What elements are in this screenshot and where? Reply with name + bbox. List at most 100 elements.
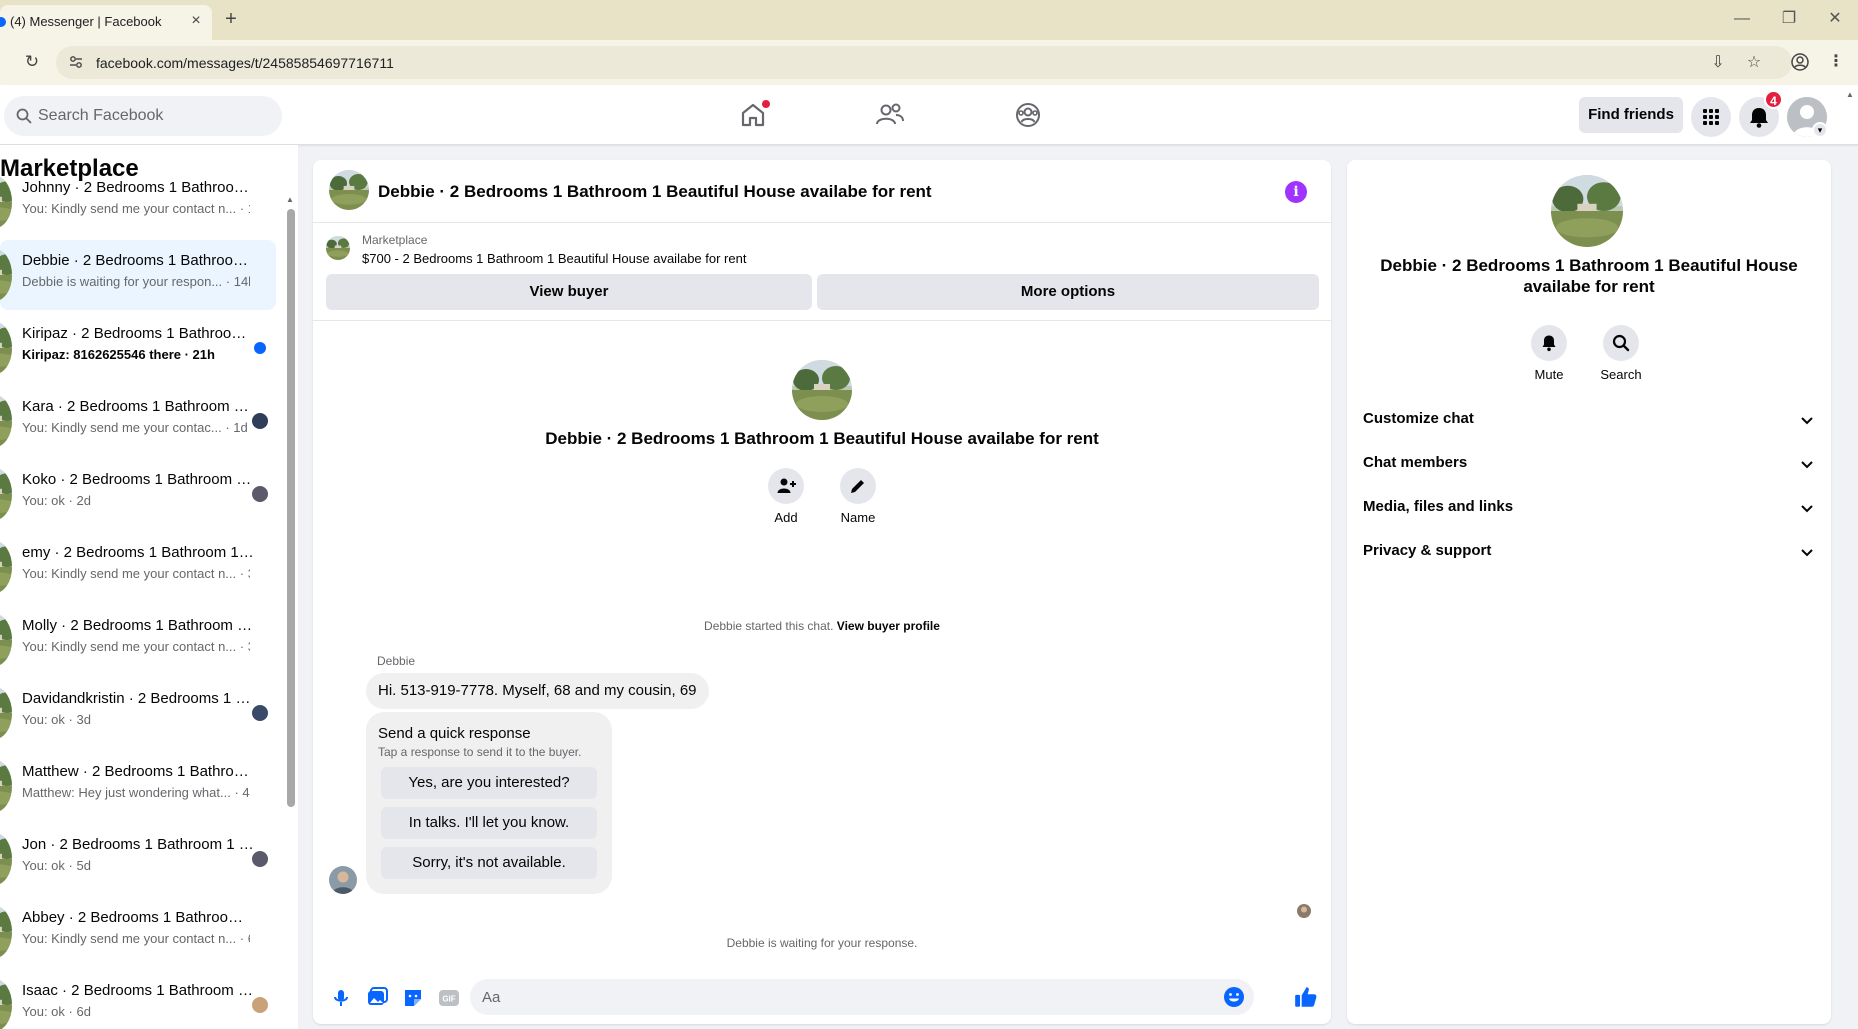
house-photo-icon	[0, 833, 12, 885]
bookmark-star-icon[interactable]: ☆	[1744, 53, 1764, 73]
conversation-item[interactable]: Isaac · 2 Bedrooms 1 Bathroom 1 Beautifu…	[0, 970, 276, 1029]
name-label: Name	[840, 510, 876, 525]
preview-time: 6d	[248, 931, 250, 946]
browser-tab[interactable]: (4) Messenger | Facebook ×	[0, 5, 212, 40]
sidebar-scrollbar-thumb[interactable]	[287, 209, 295, 807]
restore-icon[interactable]: ❐	[1774, 8, 1804, 30]
conversation-preview: Debbie is waiting for your respon... · 1…	[22, 274, 250, 289]
preview-time: 21h	[192, 347, 215, 362]
install-app-icon[interactable]: ⇩	[1708, 53, 1728, 73]
conversation-item[interactable]: Kiripaz · 2 Bedrooms 1 Bathroom 1 Beauti…	[0, 313, 276, 383]
seen-avatar	[252, 705, 268, 721]
house-photo-icon	[0, 322, 12, 374]
conversation-item[interactable]: Koko · 2 Bedrooms 1 Bathroom 1 Beautiful…	[0, 459, 276, 529]
house-photo-icon	[0, 760, 12, 812]
preview-text: You: ok	[22, 1004, 65, 1019]
media-files-links-section[interactable]: Media, files and links	[1363, 486, 1815, 530]
address-bar[interactable]: facebook.com/messages/t/2458585469771671…	[56, 46, 1792, 79]
conversation-name: emy · 2 Bedrooms 1 Bathroom 1 Beautiful …	[22, 544, 254, 561]
message-input-box[interactable]	[470, 979, 1254, 1015]
conversation-item[interactable]: Kara · 2 Bedrooms 1 Bathroom 1 Beautiful…	[0, 386, 276, 456]
add-people-button[interactable]: Add	[756, 468, 816, 525]
quick-response-yes[interactable]: Yes, are you interested?	[381, 767, 597, 799]
browser-menu-icon[interactable]: ⋮	[1826, 52, 1846, 72]
view-buyer-profile-link[interactable]: View buyer profile	[837, 619, 940, 633]
emoji-icon[interactable]	[1222, 985, 1246, 1009]
conversation-info-icon[interactable]: i	[1285, 181, 1307, 203]
chevron-down-icon[interactable]: ▾	[1812, 122, 1828, 138]
conversation-item[interactable]: Matthew · 2 Bedrooms 1 Bathroom 1 Beauti…	[0, 751, 276, 821]
chat-avatar[interactable]	[329, 170, 369, 210]
preview-time: 2d	[76, 493, 91, 508]
minimize-icon[interactable]: —	[1727, 8, 1757, 30]
quick-response-subtitle: Tap a response to send it to the buyer.	[378, 745, 582, 759]
chevron-down-icon	[1801, 505, 1813, 513]
sender-avatar[interactable]	[329, 866, 357, 894]
conversation-thumbnail	[0, 979, 12, 1029]
listing-title[interactable]: $700 - 2 Bedrooms 1 Bathroom 1 Beautiful…	[362, 251, 746, 266]
page-scroll-up-arrow-icon[interactable]: ▲	[1846, 90, 1856, 99]
quick-response-in-talks[interactable]: In talks. I'll let you know.	[381, 807, 597, 839]
privacy-support-section[interactable]: Privacy & support	[1363, 530, 1815, 574]
sticker-icon[interactable]	[401, 986, 425, 1010]
view-buyer-button[interactable]: View buyer	[326, 274, 812, 310]
search-label: Search	[1600, 367, 1642, 382]
conversation-name: Davidandkristin · 2 Bedrooms 1 Bathroom …	[22, 690, 254, 707]
conversation-thumbnail	[0, 760, 12, 812]
conversation-item[interactable]: Debbie · 2 Bedrooms 1 Bathroom 1 Beautif…	[0, 240, 276, 310]
conversation-preview: You: Kindly send me your contact n... · …	[22, 931, 250, 946]
close-window-icon[interactable]: ✕	[1820, 8, 1850, 30]
conversation-item[interactable]: Molly · 2 Bedrooms 1 Bathroom 1 Beautifu…	[0, 605, 276, 675]
mute-button[interactable]: Mute	[1519, 325, 1579, 382]
thumbs-up-icon[interactable]	[1293, 984, 1319, 1010]
chat-panel: Debbie · 2 Bedrooms 1 Bathroom 1 Beautif…	[313, 160, 1331, 1024]
conversation-item[interactable]: Abbey · 2 Bedrooms 1 Bathroom 1 Beautifu…	[0, 897, 276, 967]
friends-icon[interactable]	[874, 99, 906, 131]
gif-icon[interactable]: GIF	[437, 986, 461, 1010]
message-input[interactable]	[482, 979, 1182, 1015]
tab-close-icon[interactable]: ×	[186, 11, 206, 31]
chat-title[interactable]: Debbie · 2 Bedrooms 1 Bathroom 1 Beautif…	[378, 182, 932, 202]
customize-chat-section[interactable]: Customize chat	[1363, 398, 1815, 442]
quick-response-title: Send a quick response	[378, 725, 531, 742]
conversation-item[interactable]: Davidandkristin · 2 Bedrooms 1 Bathroom …	[0, 678, 276, 748]
incoming-message[interactable]: Hi. 513-919-7778. Myself, 68 and my cous…	[366, 673, 709, 709]
waiting-notice: Debbie is waiting for your response.	[726, 936, 918, 950]
house-photo-icon	[0, 468, 12, 520]
groups-icon[interactable]	[1012, 99, 1044, 131]
conversation-item[interactable]: emy · 2 Bedrooms 1 Bathroom 1 Beautiful …	[0, 532, 276, 602]
pencil-icon	[851, 480, 864, 493]
tab-title: (4) Messenger | Facebook	[10, 14, 162, 29]
url-text: facebook.com/messages/t/2458585469771671…	[96, 55, 394, 71]
listing-thumbnail[interactable]	[326, 236, 350, 260]
house-photo-icon	[1551, 175, 1623, 247]
chevron-down-icon	[1801, 461, 1813, 469]
microphone-icon[interactable]	[329, 986, 353, 1010]
bell-icon	[1542, 335, 1556, 352]
profile-icon[interactable]	[1790, 52, 1810, 72]
reload-icon[interactable]: ↻	[22, 52, 42, 72]
new-tab-icon[interactable]: +	[220, 9, 242, 31]
chevron-down-icon	[1801, 417, 1813, 425]
site-info-icon[interactable]	[68, 54, 84, 70]
media-files-links-label: Media, files and links	[1363, 498, 1514, 515]
chat-members-section[interactable]: Chat members	[1363, 442, 1815, 486]
quick-response-not-available[interactable]: Sorry, it's not available.	[381, 847, 597, 879]
conversation-preview: You: ok · 5d	[22, 858, 91, 873]
search-input[interactable]	[38, 96, 268, 136]
search-in-chat-button[interactable]: Search	[1591, 325, 1651, 382]
photo-icon[interactable]	[365, 986, 389, 1010]
more-options-button[interactable]: More options	[817, 274, 1319, 310]
edit-name-button[interactable]: Name	[828, 468, 888, 525]
scroll-up-arrow-icon[interactable]: ▲	[286, 195, 294, 204]
conversation-item[interactable]: Johnny · 2 Bedrooms 1 Bathroom 1 Beautif…	[0, 167, 276, 237]
menu-button[interactable]	[1691, 97, 1731, 137]
search-box[interactable]	[4, 96, 282, 136]
conversation-item[interactable]: Jon · 2 Bedrooms 1 Bathroom 1 Beautiful …	[0, 824, 276, 894]
house-photo-icon	[0, 395, 12, 447]
preview-time: 3d	[248, 566, 250, 581]
preview-text: Debbie is waiting for your respon...	[22, 274, 223, 289]
conversation-name: Kara · 2 Bedrooms 1 Bathroom 1 Beautiful…	[22, 398, 254, 415]
messenger-favicon-icon	[0, 17, 6, 27]
find-friends-button[interactable]: Find friends	[1579, 97, 1683, 133]
